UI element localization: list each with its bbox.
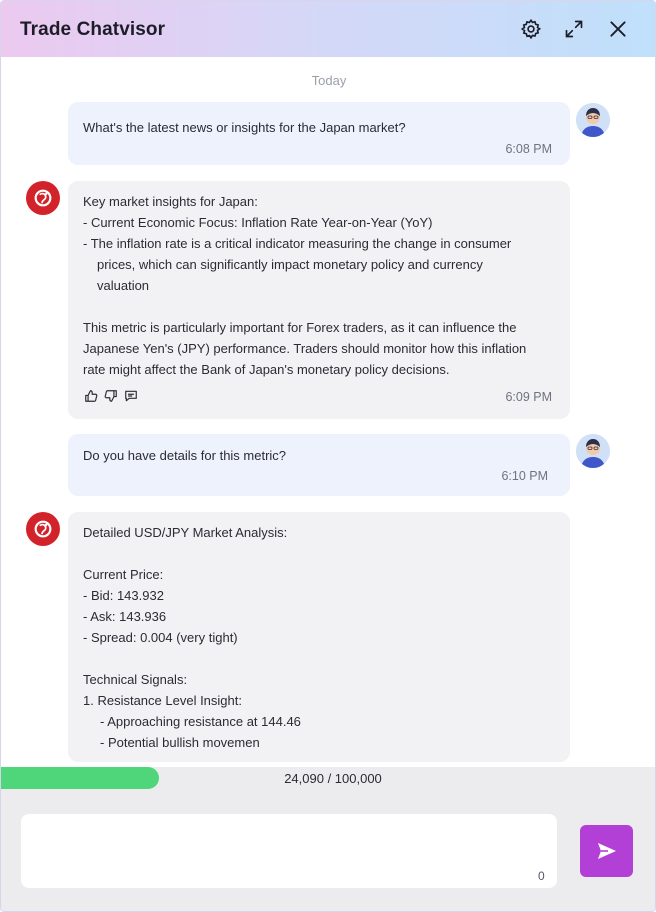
user-avatar-icon [576, 103, 610, 137]
app-title: Trade Chatvisor [20, 19, 166, 40]
message-line: 1. Resistance Level Insight: [83, 693, 242, 708]
message-line: - Bid: 143.932 [83, 588, 164, 603]
bot-avatar [26, 181, 60, 215]
thumbs-down-button[interactable] [104, 389, 118, 403]
user-avatar-icon [576, 434, 610, 468]
user-avatar [576, 103, 610, 137]
message-line: rate might affect the Bank of Japan's mo… [83, 362, 450, 377]
comment-icon [125, 390, 137, 402]
chat-window: Trade Chatvisor Today What's the latest … [0, 0, 656, 912]
gear-icon [520, 18, 542, 40]
bot-logo-icon [34, 520, 52, 538]
close-button[interactable] [604, 15, 632, 43]
send-button[interactable] [580, 825, 633, 877]
comment-button[interactable] [124, 389, 138, 403]
message-line: - Approaching resistance at 144.46 [100, 714, 301, 729]
header: Trade Chatvisor [1, 1, 655, 57]
message-line: Technical Signals: [83, 672, 188, 687]
character-counter: 0 [538, 869, 545, 883]
close-icon [610, 21, 626, 37]
message-line: Japanese Yen's (JPY) performance. Trader… [83, 341, 527, 356]
message-list[interactable]: Today What's the latest news or insights… [1, 57, 655, 767]
message-line: Current Price: [83, 567, 164, 582]
bot-logo-icon [34, 189, 52, 207]
message-line: valuation [97, 278, 150, 293]
assistant-message: Key market insights for Japan: - Current… [68, 181, 570, 419]
message-line: Key market insights for Japan: [83, 194, 258, 209]
thumbs-up-icon [85, 390, 98, 402]
message-time: 6:08 PM [505, 142, 552, 156]
message-line: prices, which can significantly impact m… [97, 257, 483, 272]
thumbs-up-button[interactable] [84, 389, 98, 403]
token-usage-label: 24,090 / 100,000 [284, 771, 382, 786]
assistant-message: Detailed USD/JPY Market Analysis: Curren… [68, 512, 570, 762]
message-text: What's the latest news or insights for t… [83, 120, 406, 135]
message-text: Do you have details for this metric? [83, 448, 287, 463]
day-separator: Today [311, 73, 347, 88]
expand-button[interactable] [560, 15, 588, 43]
message-line: This metric is particularly important fo… [83, 320, 517, 335]
thumbs-down-icon [104, 390, 117, 402]
message-input[interactable] [21, 814, 557, 888]
message-time: 6:10 PM [501, 469, 548, 483]
message-line [83, 296, 526, 317]
message-actions [84, 389, 138, 403]
message-line [83, 543, 301, 564]
user-message: What's the latest news or insights for t… [68, 102, 570, 165]
message-line [83, 648, 301, 669]
settings-button[interactable] [517, 15, 545, 43]
message-line: - Ask: 143.936 [83, 609, 167, 624]
token-usage-bar: 24,090 / 100,000 [1, 767, 655, 789]
user-avatar [576, 434, 610, 468]
message-line: - The inflation rate is a critical indic… [83, 236, 512, 251]
bot-avatar [26, 512, 60, 546]
message-time: 6:09 PM [505, 390, 552, 404]
message-line: - Current Economic Focus: Inflation Rate… [83, 215, 433, 230]
message-line: Detailed USD/JPY Market Analysis: [83, 525, 288, 540]
user-message: Do you have details for this metric? 6:1… [68, 434, 570, 496]
message-line: - Potential bullish movemen [100, 735, 260, 750]
composer: 0 [1, 789, 655, 911]
message-line: - Spread: 0.004 (very tight) [83, 630, 238, 645]
expand-icon [565, 20, 583, 38]
send-icon [597, 843, 616, 859]
